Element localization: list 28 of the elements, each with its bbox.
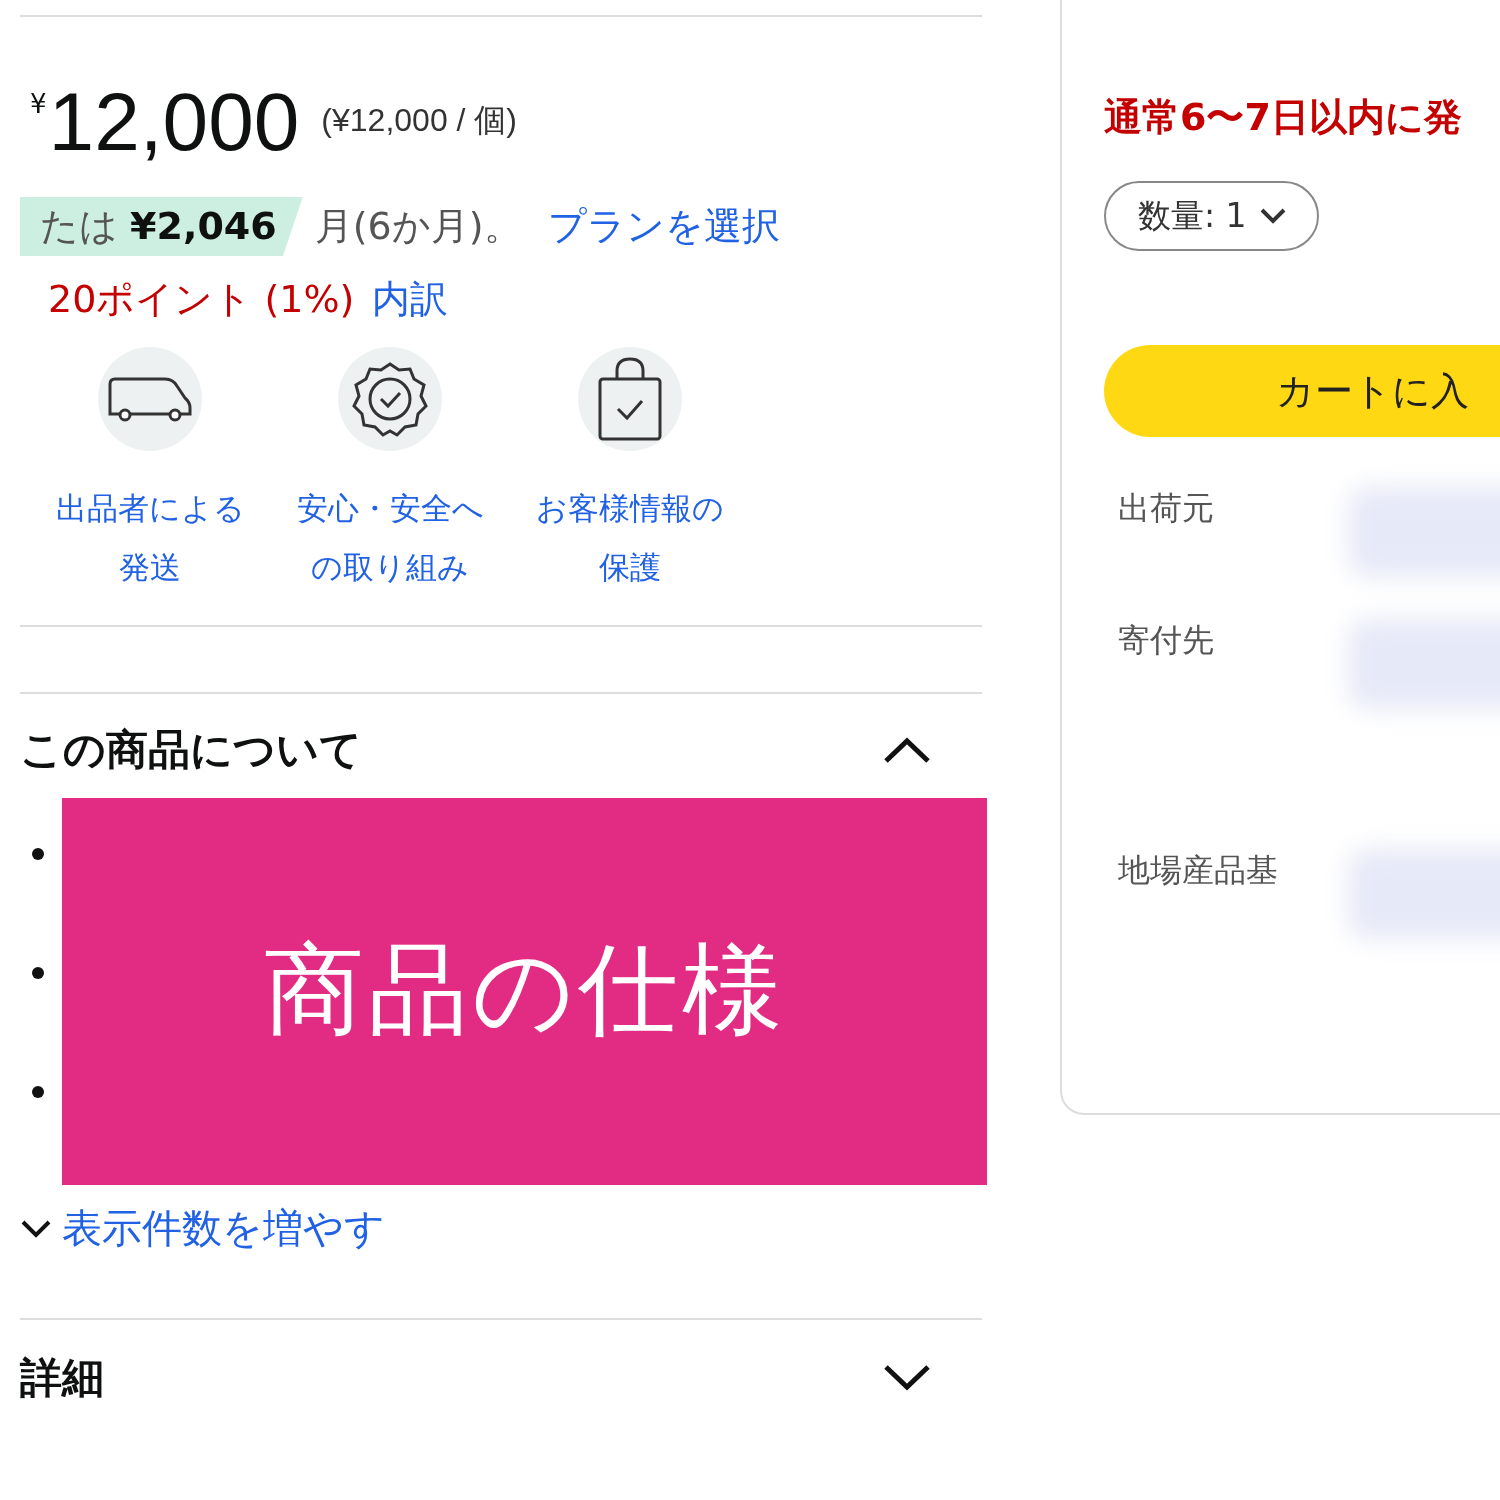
show-more-link[interactable]: 表示件数を増やす [62, 1201, 385, 1256]
installment-highlight: たは ¥2,046 [20, 197, 303, 256]
bullet-dot [32, 967, 44, 979]
info-label: 地場産品基 [1118, 850, 1279, 891]
points-breakdown-link[interactable]: 内訳 [372, 274, 449, 325]
bullet-dot [32, 1086, 44, 1098]
quantity-dropdown[interactable]: 数量: 1 [1104, 181, 1319, 251]
currency-symbol: ¥ [30, 89, 47, 119]
info-label: 寄付先 [1118, 620, 1215, 661]
feature-label[interactable]: 安心・安全へ の取り組み [296, 479, 484, 597]
installment-term: 月(6か月)。 [314, 203, 522, 250]
info-label: 出荷元 [1118, 488, 1215, 529]
chevron-down-icon[interactable] [1258, 207, 1287, 225]
chevron-up-icon[interactable] [882, 735, 932, 765]
section-title: 詳細 [20, 1352, 104, 1404]
add-to-cart-button[interactable]: カートに入 [1104, 345, 1500, 437]
section-title: この商品について [20, 724, 362, 776]
bullet-dot [32, 848, 44, 860]
chevron-down-icon[interactable] [882, 1363, 932, 1393]
feature-label[interactable]: お客様情報の 保護 [536, 479, 724, 597]
points-text: 20ポイント (1%) [48, 276, 355, 323]
unit-price: (¥12,000 / 個) [321, 101, 517, 140]
chevron-down-icon[interactable] [20, 1218, 52, 1239]
price: 12,000 [48, 77, 300, 167]
spec-overlay-banner: 商品の仕様 [62, 798, 987, 1185]
plan-link[interactable]: プランを選択 [547, 201, 780, 252]
delivery-estimate: 通常6〜7日以内に発 [1104, 94, 1463, 141]
feature-label[interactable]: 出品者による 発送 [55, 479, 245, 597]
